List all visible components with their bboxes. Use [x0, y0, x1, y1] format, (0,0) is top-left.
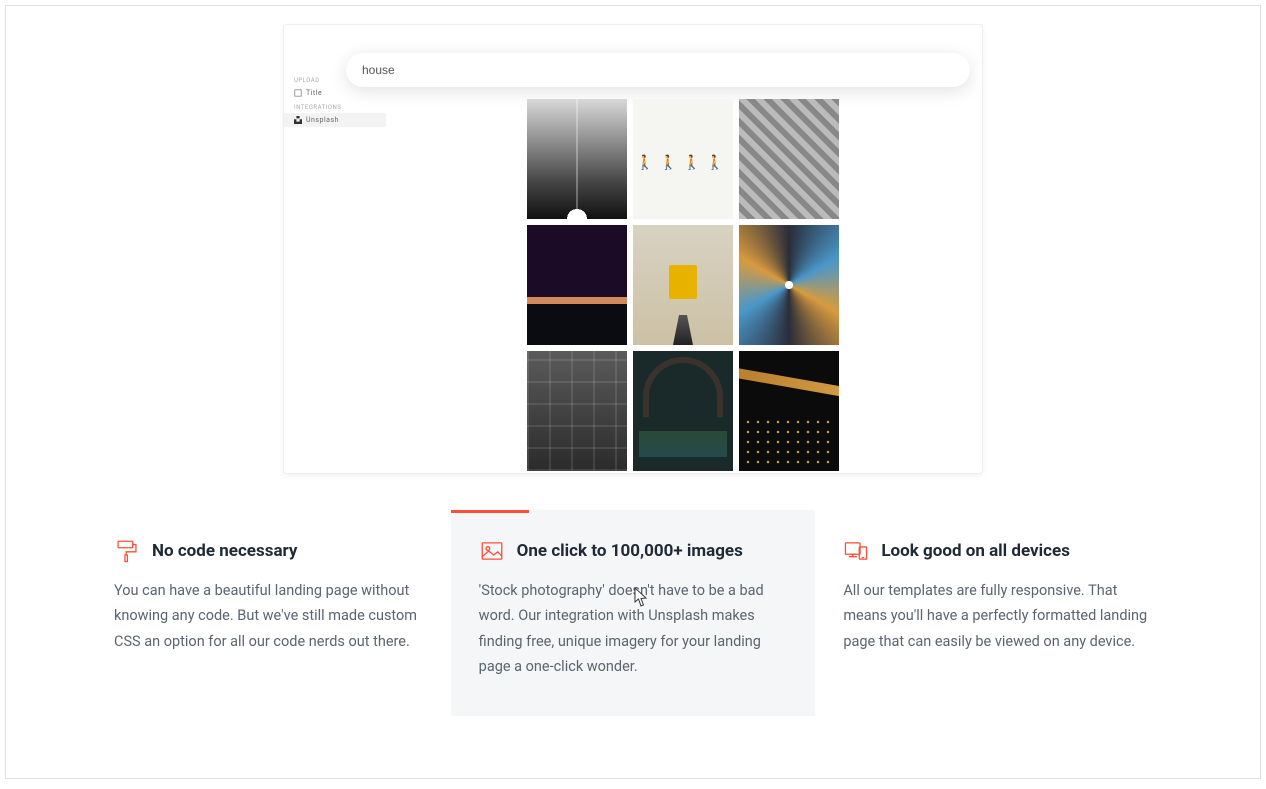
search-bar[interactable] [346, 53, 970, 87]
demo-window: UPLOAD Title INTEGRATIONS Unsplash [283, 24, 983, 474]
feature-images[interactable]: One click to 100,000+ images 'Stock phot… [451, 510, 816, 716]
demo-screenshot: UPLOAD Title INTEGRATIONS Unsplash [283, 24, 983, 474]
image-tile[interactable] [527, 351, 627, 471]
feature-header: Look good on all devices [843, 538, 1152, 564]
devices-icon [843, 538, 869, 564]
image-tile[interactable] [633, 225, 733, 345]
title-icon [294, 89, 302, 97]
feature-header: No code necessary [114, 538, 423, 564]
feature-body: All our templates are fully responsive. … [843, 578, 1152, 654]
feature-body: 'Stock photography' doesn't have to be a… [479, 578, 788, 680]
feature-header: One click to 100,000+ images [479, 538, 788, 564]
image-tile[interactable] [739, 225, 839, 345]
unsplash-icon [294, 116, 302, 124]
sidebar-item-label: Unsplash [306, 116, 339, 124]
feature-title: One click to 100,000+ images [517, 541, 743, 561]
feature-no-code: No code necessary You can have a beautif… [86, 510, 451, 716]
feature-title: No code necessary [152, 541, 298, 561]
image-tile[interactable] [739, 99, 839, 219]
image-tile[interactable] [739, 351, 839, 471]
feature-responsive: Look good on all devices All our templat… [815, 510, 1180, 716]
sidebar-item-title[interactable]: Title [284, 86, 386, 100]
image-icon [479, 538, 505, 564]
image-tile[interactable] [527, 99, 627, 219]
image-tile[interactable]: 🚶🚶🚶🚶 [633, 99, 733, 219]
image-tile[interactable] [527, 225, 627, 345]
feature-title: Look good on all devices [881, 541, 1070, 561]
sidebar-item-label: Title [306, 89, 322, 97]
page-frame: UPLOAD Title INTEGRATIONS Unsplash [5, 5, 1261, 779]
features-row: No code necessary You can have a beautif… [86, 510, 1180, 716]
feature-body: You can have a beautiful landing page wi… [114, 578, 423, 654]
image-tile[interactable] [633, 351, 733, 471]
sidebar-item-unsplash[interactable]: Unsplash [284, 113, 386, 127]
image-results-grid: 🚶🚶🚶🚶 [394, 99, 972, 471]
paint-roller-icon [114, 538, 140, 564]
sidebar-section-integrations: INTEGRATIONS [284, 100, 386, 113]
search-input[interactable] [362, 63, 954, 77]
